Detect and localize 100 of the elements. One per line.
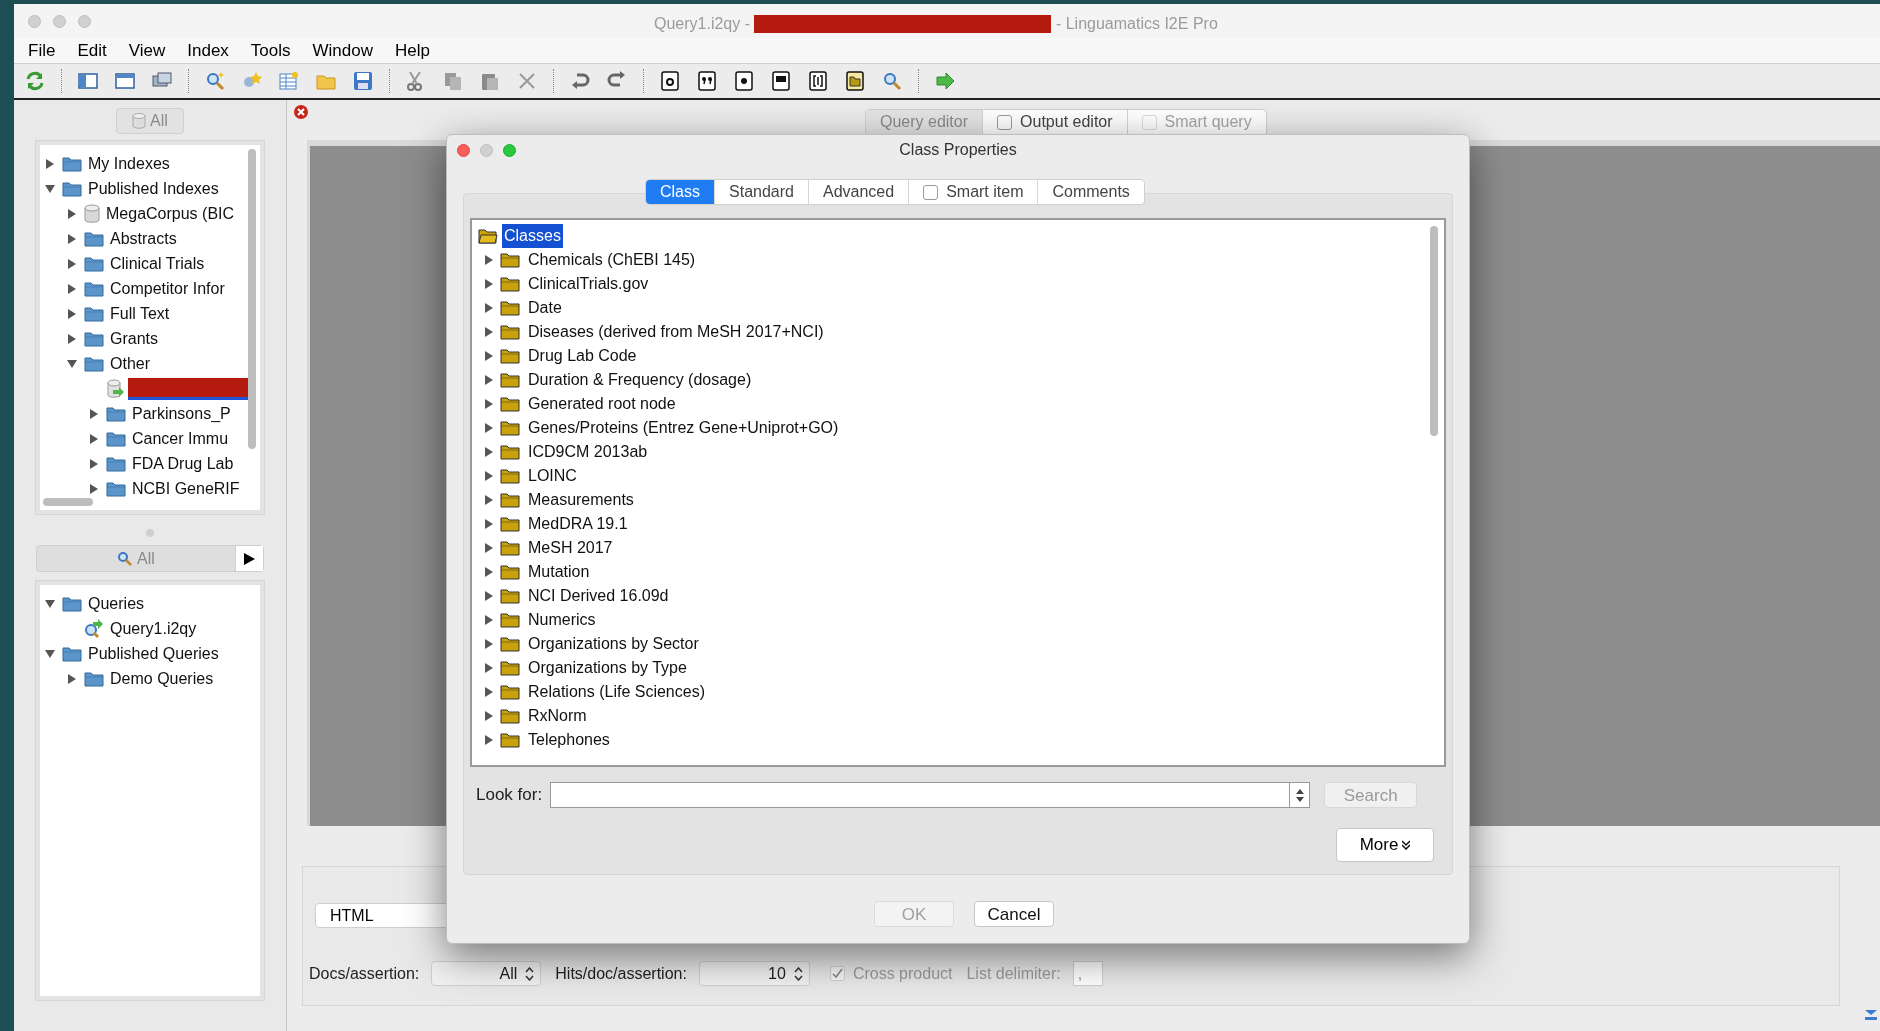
tree-item[interactable]: FDA Drug Lab bbox=[132, 451, 234, 476]
tree-item[interactable]: Competitor Infor bbox=[110, 276, 225, 301]
collapsed-arrow-icon[interactable] bbox=[484, 639, 494, 649]
tree-item[interactable]: Telephones bbox=[528, 728, 610, 752]
tree-item[interactable]: NCBI GeneRIF bbox=[132, 476, 240, 501]
tree-item[interactable]: Classes bbox=[502, 224, 563, 248]
collapsed-arrow-icon[interactable] bbox=[484, 663, 494, 673]
tree-item[interactable]: Queries bbox=[88, 591, 145, 616]
menu-item[interactable]: Window bbox=[302, 37, 383, 64]
more-button[interactable]: More bbox=[1336, 828, 1434, 862]
collapsed-arrow-icon[interactable] bbox=[484, 711, 494, 721]
tree-item[interactable]: Grants bbox=[110, 326, 158, 351]
tree-item[interactable]: Parkinsons_P bbox=[132, 401, 231, 426]
tab[interactable]: Class bbox=[646, 180, 714, 204]
collapsed-arrow-icon[interactable] bbox=[67, 308, 77, 319]
collapsed-arrow-icon[interactable] bbox=[484, 615, 494, 625]
circle-box-icon[interactable] bbox=[659, 70, 681, 92]
collapsed-arrow-icon[interactable] bbox=[484, 327, 494, 337]
tree-item[interactable]: MedDRA 19.1 bbox=[528, 512, 628, 536]
play-button[interactable] bbox=[235, 546, 263, 571]
expanded-arrow-icon[interactable] bbox=[45, 598, 55, 609]
collapsed-arrow-icon[interactable] bbox=[67, 673, 77, 684]
tree-item[interactable]: Mutation bbox=[528, 560, 590, 584]
collapsed-arrow-icon[interactable] bbox=[89, 408, 99, 419]
tree-item[interactable]: Drug Lab Code bbox=[528, 344, 637, 368]
collapsed-arrow-icon[interactable] bbox=[89, 483, 99, 494]
tree-item[interactable]: Clinical Trials bbox=[110, 251, 205, 276]
tree-item[interactable]: My Indexes bbox=[88, 151, 170, 176]
menu-item[interactable]: Tools bbox=[240, 37, 301, 64]
collapsed-arrow-icon[interactable] bbox=[484, 519, 494, 529]
tree-item[interactable]: Full Text bbox=[110, 301, 170, 326]
tree-item[interactable]: ClinicalTrials.gov bbox=[528, 272, 649, 296]
collapsed-arrow-icon[interactable] bbox=[67, 333, 77, 344]
collapsed-arrow-icon[interactable] bbox=[484, 423, 494, 433]
window-icon[interactable] bbox=[114, 70, 136, 92]
expanded-arrow-icon[interactable] bbox=[45, 183, 55, 194]
tree-item[interactable]: MeSH 2017 bbox=[528, 536, 613, 560]
tree-item[interactable]: Numerics bbox=[528, 608, 596, 632]
collapsed-arrow-icon[interactable] bbox=[484, 399, 494, 409]
table-icon[interactable] bbox=[278, 70, 300, 92]
tree-item[interactable]: LOINC bbox=[528, 464, 577, 488]
tree-item[interactable]: Published Queries bbox=[88, 641, 219, 666]
dialog-button[interactable]: Cancel bbox=[974, 901, 1054, 927]
tree-item[interactable]: Organizations by Type bbox=[528, 656, 687, 680]
docs-spinner[interactable]: All bbox=[431, 961, 542, 986]
tree-item[interactable]: Demo Queries bbox=[110, 666, 214, 691]
tree-item[interactable]: Diseases (derived from MeSH 2017+NCI) bbox=[528, 320, 824, 344]
tree-item[interactable]: Cancer Immu bbox=[132, 426, 229, 451]
collapsed-arrow-icon[interactable] bbox=[484, 591, 494, 601]
collapsed-arrow-icon[interactable] bbox=[67, 258, 77, 269]
collapsed-arrow-icon[interactable] bbox=[484, 279, 494, 289]
run-arrow-icon[interactable] bbox=[934, 70, 956, 92]
collapse-icon[interactable] bbox=[1864, 1009, 1878, 1021]
expanded-arrow-icon[interactable] bbox=[67, 358, 77, 369]
close-window-button[interactable] bbox=[457, 143, 470, 157]
search-icon[interactable] bbox=[204, 70, 226, 92]
search-icon[interactable] bbox=[881, 70, 903, 92]
checkbox-tab[interactable]: Smart item bbox=[908, 180, 1038, 204]
collapsed-arrow-icon[interactable] bbox=[484, 351, 494, 361]
collapsed-arrow-icon[interactable] bbox=[89, 433, 99, 444]
collapsed-arrow-icon[interactable] bbox=[484, 687, 494, 697]
tree-item[interactable]: Published Indexes bbox=[88, 176, 219, 201]
collapsed-arrow-icon[interactable] bbox=[67, 208, 77, 219]
collapsed-arrow-icon[interactable] bbox=[89, 458, 99, 469]
menu-item[interactable]: View bbox=[118, 37, 176, 64]
bar-box-icon[interactable] bbox=[770, 70, 792, 92]
collapsed-arrow-icon[interactable] bbox=[484, 543, 494, 553]
collapsed-arrow-icon[interactable] bbox=[484, 255, 494, 265]
refresh-icon[interactable] bbox=[24, 70, 46, 92]
collapsed-arrow-icon[interactable] bbox=[484, 495, 494, 505]
close-icon[interactable] bbox=[293, 104, 309, 120]
menu-item[interactable]: Index bbox=[177, 37, 239, 64]
collapsed-arrow-icon[interactable] bbox=[484, 303, 494, 313]
tab[interactable]: Standard bbox=[714, 180, 808, 204]
tree-item[interactable]: RxNorm bbox=[528, 704, 587, 728]
bracket-box-icon[interactable] bbox=[807, 70, 829, 92]
collapsed-arrow-icon[interactable] bbox=[484, 567, 494, 577]
tree-item[interactable]: NCI Derived 16.09d bbox=[528, 584, 669, 608]
tab[interactable]: Comments bbox=[1037, 180, 1144, 204]
menu-item[interactable]: Edit bbox=[67, 37, 117, 64]
splitter-handle[interactable] bbox=[146, 529, 154, 537]
tree-item[interactable]: Date bbox=[528, 296, 562, 320]
look-for-field[interactable] bbox=[550, 782, 1311, 808]
menu-item[interactable]: File bbox=[18, 37, 66, 64]
tree-item[interactable]: Organizations by Sector bbox=[528, 632, 699, 656]
collapsed-arrow-icon[interactable] bbox=[484, 735, 494, 745]
collapsed-arrow-icon[interactable] bbox=[484, 471, 494, 481]
tree-item[interactable]: Relations (Life Sciences) bbox=[528, 680, 705, 704]
collapsed-arrow-icon[interactable] bbox=[45, 158, 55, 169]
tree-item[interactable]: Query1.i2qy bbox=[110, 616, 197, 641]
folder-box-icon[interactable] bbox=[844, 70, 866, 92]
tab[interactable]: Advanced bbox=[807, 180, 909, 204]
panel-layout-icon[interactable] bbox=[77, 70, 99, 92]
tree-item[interactable]: ICD9CM 2013ab bbox=[528, 440, 648, 464]
collapsed-arrow-icon[interactable] bbox=[484, 447, 494, 457]
tree-item[interactable]: Measurements bbox=[528, 488, 634, 512]
quote-box-icon[interactable] bbox=[696, 70, 718, 92]
dot-box-icon[interactable] bbox=[733, 70, 755, 92]
hits-spinner[interactable]: 10 bbox=[698, 961, 810, 986]
tree-item[interactable]: Duration & Frequency (dosage) bbox=[528, 368, 752, 392]
